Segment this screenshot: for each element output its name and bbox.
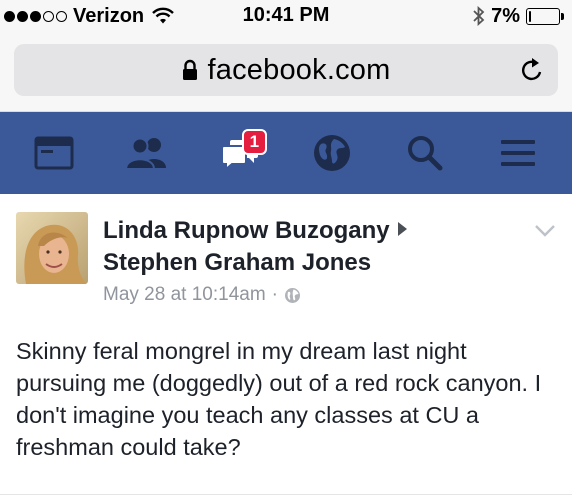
battery-level <box>529 10 531 22</box>
browser-chrome: facebook.com <box>0 34 572 112</box>
friends-icon <box>124 137 166 170</box>
feed-post: Linda Rupnow Buzogany Stephen Graham Jon… <box>0 194 572 503</box>
search-icon <box>407 136 443 171</box>
url-text: facebook.com <box>207 53 391 86</box>
avatar-photo <box>16 212 88 284</box>
battery-icon <box>526 7 560 25</box>
nav-notifications[interactable] <box>308 129 356 177</box>
post-meta: May 28 at 10:14am · <box>103 284 301 306</box>
meta-separator: · <box>271 284 278 305</box>
globe-icon <box>314 135 351 171</box>
post-options-chevron-icon[interactable] <box>534 224 556 238</box>
messages-badge: 1 <box>241 129 268 155</box>
post-body-text: Skinny feral mongrel in my dream last ni… <box>16 338 542 460</box>
hamburger-menu-icon <box>500 140 535 166</box>
nav-news-feed[interactable] <box>30 129 78 177</box>
privacy-globe-icon <box>284 287 300 303</box>
bluetooth-icon <box>473 6 485 26</box>
nav-search[interactable] <box>401 129 449 177</box>
news-feed-icon <box>34 136 74 170</box>
nav-messages[interactable]: 1 <box>216 129 268 177</box>
address-bar-content: facebook.com <box>14 44 558 96</box>
lock-icon <box>182 59 197 80</box>
nav-friend-requests[interactable] <box>123 129 171 177</box>
status-bar: Verizon 10:41 PM 7% <box>0 0 572 34</box>
author-name[interactable]: Linda Rupnow Buzogany <box>103 217 390 244</box>
status-right: 7% <box>473 4 564 28</box>
author-avatar[interactable] <box>16 212 88 284</box>
address-bar[interactable]: facebook.com <box>14 44 558 96</box>
facebook-nav-bar: 1 <box>0 112 572 194</box>
reload-icon[interactable] <box>518 56 546 84</box>
recipient-name[interactable]: Stephen Graham Jones <box>103 248 371 278</box>
shared-to-arrow-icon <box>397 222 407 236</box>
battery-percent: 7% <box>491 4 520 27</box>
post-header-line1: Linda Rupnow Buzogany <box>103 216 523 246</box>
battery-cap <box>561 12 564 20</box>
post-divider <box>0 494 572 495</box>
post-timestamp[interactable]: May 28 at 10:14am <box>103 284 266 306</box>
nav-menu[interactable] <box>494 129 542 177</box>
